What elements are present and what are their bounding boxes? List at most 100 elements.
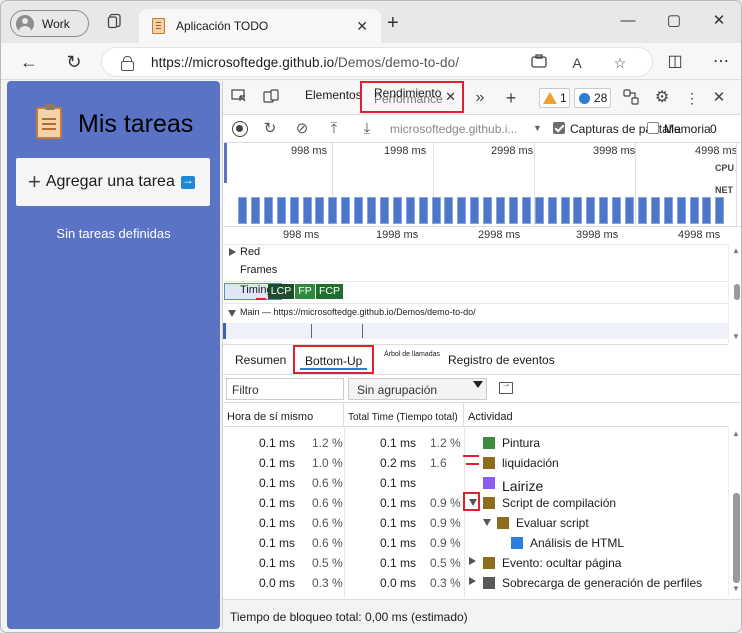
activity-name: Evento: ocultar página: [502, 556, 622, 570]
recording-selector[interactable]: microsoftedge.github.i...: [390, 122, 517, 136]
self-time-value: 0.0 ms: [259, 576, 296, 590]
overview-tick: 1998 ms: [384, 145, 427, 157]
net-activity-bar: [289, 197, 299, 224]
net-activity-bar: [238, 197, 247, 224]
tab-bottom-up-label: Bottom-Up: [305, 354, 363, 368]
connected-devices-icon[interactable]: [621, 89, 641, 107]
todo-app-page: Mis tareas + Agregar una tarea Sin tarea…: [7, 81, 220, 629]
enter-icon: [180, 173, 195, 189]
lcp-marker[interactable]: LCP: [268, 284, 294, 299]
column-total-time[interactable]: Total Time (Tiempo total): [344, 403, 464, 427]
tab-bottom-up[interactable]: Bottom-Up: [293, 345, 374, 374]
collapse-main-icon[interactable]: [228, 310, 236, 317]
status-bar: Tiempo de bloqueo total: 0,00 ms (estima…: [223, 599, 741, 629]
grouping-dropdown-icon[interactable]: [473, 381, 483, 388]
total-time-value: 0.1 ms: [380, 536, 417, 550]
table-row[interactable]: 0.1 ms 1.2 % 0.1 ms 1.2 % Pintura: [223, 432, 723, 452]
activity-color-swatch: [483, 437, 495, 449]
warnings-badge[interactable]: 1: [539, 88, 570, 108]
workspaces-icon[interactable]: [105, 13, 125, 33]
show-heaviest-stack-icon[interactable]: [499, 379, 513, 394]
plus-icon: +: [28, 169, 41, 194]
net-activity-bar: [560, 197, 570, 224]
recording-dropdown-icon[interactable]: ▼: [533, 123, 542, 133]
total-time-value: 0.1 ms: [380, 556, 417, 570]
close-devtools-icon[interactable]: ✕: [709, 89, 729, 107]
expand-network-icon[interactable]: [229, 248, 236, 256]
refresh-icon[interactable]: ↻: [62, 50, 86, 74]
flame-scrollbar[interactable]: ▲ ▼: [728, 244, 741, 345]
profile-button[interactable]: Work: [10, 10, 89, 37]
tab-close-icon[interactable]: ✕: [356, 18, 368, 35]
tab-event-log[interactable]: Registro de eventos: [448, 353, 555, 367]
overview-tick: 3998 ms: [593, 145, 636, 157]
read-aloud-icon[interactable]: A: [567, 53, 587, 73]
add-task-button[interactable]: + Agregar una tarea: [16, 158, 210, 206]
table-row[interactable]: 0.1 ms 0.6 % 0.1 ms Lairize: [223, 472, 723, 494]
back-icon[interactable]: ←: [17, 50, 41, 74]
flame-chart[interactable]: 998 ms 1998 ms 2998 ms 3998 ms 4998 ms R…: [223, 227, 741, 345]
fcp-marker[interactable]: FCP: [316, 284, 343, 299]
message-icon: [579, 93, 590, 104]
minimize-icon[interactable]: —: [615, 10, 641, 32]
activity-color-swatch: [497, 517, 509, 529]
track-frames[interactable]: Frames: [240, 264, 277, 276]
split-screen-icon[interactable]: ◫: [663, 50, 687, 74]
close-tab-icon[interactable]: ✕: [445, 89, 456, 105]
close-window-icon[interactable]: ✕: [706, 10, 732, 32]
browser-tab-active[interactable]: Aplicación TODO ✕: [139, 9, 381, 43]
tab-summary[interactable]: Resumen: [235, 353, 286, 367]
expand-row-icon[interactable]: [469, 557, 476, 565]
address-bar[interactable]: https://microsoftedge.github.io/Demos/de…: [101, 47, 653, 77]
download-profile-icon[interactable]: ⤓: [358, 119, 376, 139]
net-activity-bar: [689, 197, 699, 224]
track-main[interactable]: Main — https://microsoftedge.github.io/D…: [240, 307, 476, 317]
table-scrollbar[interactable]: ▲ ▼: [728, 427, 741, 597]
tab-call-tree[interactable]: Árbol de llamadas: [384, 351, 440, 358]
net-activity-bar: [663, 197, 673, 224]
inspect-element-icon[interactable]: [229, 89, 249, 107]
tab-performance[interactable]: Performance Rendimiento ✕: [360, 81, 464, 113]
net-lane-label: NET: [715, 185, 733, 195]
self-time-value: 0.1 ms: [259, 456, 296, 470]
device-emulation-icon[interactable]: [261, 89, 281, 107]
settings-gear-icon[interactable]: ⚙: [652, 89, 672, 107]
maximize-icon[interactable]: ▢: [661, 10, 687, 32]
tab-elements[interactable]: Elementos: [305, 88, 362, 102]
memory-checkbox[interactable]: [647, 122, 659, 134]
column-activity[interactable]: Actividad: [464, 403, 728, 427]
favorite-star-icon[interactable]: ☆: [610, 53, 630, 73]
self-time-value: 0.1 ms: [259, 436, 296, 450]
expand-row-icon[interactable]: [469, 577, 476, 585]
timeline-overview[interactable]: 998 ms 1998 ms 2998 ms 3998 ms 4998 ms C…: [223, 143, 741, 227]
new-tab-icon[interactable]: +: [387, 12, 399, 35]
grouping-select[interactable]: Sin agrupación: [348, 378, 487, 400]
fp-marker[interactable]: FP: [295, 284, 315, 299]
devtools-tab-bar: Elementos Performance Rendimiento ✕ » + …: [223, 81, 741, 115]
collapse-row-icon[interactable]: [483, 519, 491, 526]
more-options-icon[interactable]: ⋯: [709, 50, 733, 74]
clear-icon[interactable]: ⊘: [293, 119, 311, 139]
self-time-percent: 0.6 %: [312, 496, 343, 510]
table-row[interactable]: 0.0 ms 0.3 % 0.0 ms 0.3 % Sobrecarga de gene…: [223, 572, 723, 592]
add-tab-icon[interactable]: +: [501, 89, 521, 107]
self-time-percent: 0.6 %: [312, 516, 343, 530]
filter-input[interactable]: Filtro: [226, 378, 344, 400]
track-network[interactable]: Red: [240, 246, 260, 258]
page-title: Mis tareas: [78, 110, 194, 138]
table-row[interactable]: 0.1 ms 0.6 % 0.1 ms 0.9 % Evaluar script: [223, 512, 723, 532]
activity-name: Análisis de HTML: [530, 536, 625, 550]
messages-badge[interactable]: 28: [574, 88, 611, 108]
record-icon[interactable]: [232, 121, 248, 137]
column-self-time[interactable]: Hora de sí mismo: [223, 403, 344, 427]
upload-profile-icon[interactable]: ⤒: [325, 119, 343, 139]
net-activity-bar: [405, 197, 415, 224]
screenshots-checkbox[interactable]: [553, 122, 565, 134]
table-row[interactable]: 0.1 ms 0.5 % 0.1 ms 0.5 % Evento: ocultar pá…: [223, 552, 723, 572]
self-time-percent: 1.0 %: [312, 456, 343, 470]
more-tabs-chevron-icon[interactable]: »: [470, 89, 490, 107]
customize-menu-icon[interactable]: ⋮: [682, 89, 702, 107]
app-available-icon[interactable]: [529, 53, 549, 73]
table-row[interactable]: 0.1 ms 0.6 % 0.1 ms 0.9 % Análisis de HTML: [223, 532, 723, 552]
reload-record-icon[interactable]: ↻: [261, 119, 279, 139]
